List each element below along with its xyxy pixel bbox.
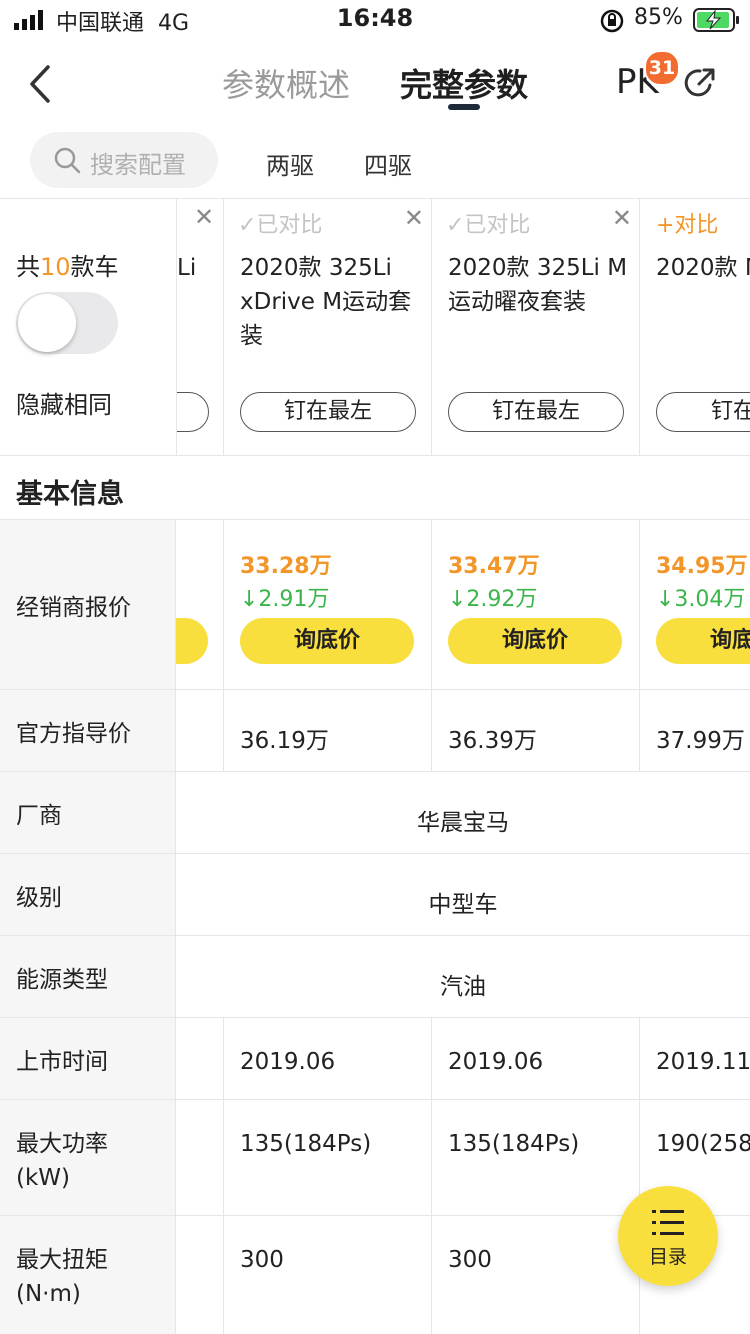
close-icon[interactable]: ✕ (404, 204, 424, 232)
ask-price-button[interactable]: 询底价 (448, 618, 622, 664)
car-column-3: +对比 2020款 M运动曜 钉在最 (639, 199, 750, 455)
active-tab-indicator (448, 104, 480, 110)
row-label-class: 级别 (16, 885, 62, 911)
car-count: 共10款车 (16, 253, 119, 281)
divider (223, 520, 224, 772)
share-icon[interactable] (684, 66, 718, 100)
torque-value: 300 (448, 1247, 492, 1273)
catalog-button[interactable]: 目录 (618, 1186, 718, 1286)
battery-charging-icon (693, 8, 739, 32)
pk-count-badge: 31 (644, 50, 680, 86)
tab-overview[interactable]: 参数概述 (222, 60, 350, 106)
msrp-value: 37.99万 (656, 728, 745, 754)
search-icon (54, 147, 81, 174)
pin-left-button[interactable] (177, 392, 209, 432)
compared-label: ✓已对比 (446, 213, 531, 238)
nav-bar: 参数概述 完整参数 PK 31 (0, 40, 750, 128)
ask-price-button[interactable] (176, 618, 208, 664)
section-title: 基本信息 (16, 479, 124, 510)
filter-2wd[interactable]: 两驱 (266, 146, 314, 181)
battery-percent: 85% (634, 5, 683, 30)
divider (431, 1018, 432, 1334)
launch-value: 2019.06 (448, 1049, 544, 1075)
dealer-price: 33.28万 (240, 554, 332, 579)
divider (0, 771, 750, 772)
power-value: 190(258 (656, 1131, 750, 1157)
price-drop: ↓3.04万 (656, 587, 746, 612)
row-label-power-unit: (kW) (16, 1165, 71, 1191)
torque-value: 300 (240, 1247, 284, 1273)
compare-summary: 共10款车 隐藏相同 (0, 199, 176, 455)
ask-price-button[interactable]: 询底价 (656, 618, 750, 664)
dealer-price: 34.95万 (656, 554, 748, 579)
ask-price-button[interactable]: 询底价 (240, 618, 414, 664)
launch-value: 2019.11 (656, 1049, 750, 1075)
maker-value: 华晨宝马 (417, 810, 509, 836)
search-placeholder: 搜索配置 (90, 151, 186, 179)
compared-label: ✓已对比 (238, 213, 323, 238)
dealer-price: 33.47万 (448, 554, 540, 579)
pin-left-button[interactable]: 钉在最左 (448, 392, 624, 432)
pin-left-button[interactable]: 钉在最左 (240, 392, 416, 432)
back-arrow-icon[interactable] (26, 64, 54, 104)
tab-full-params[interactable]: 完整参数 (400, 60, 528, 106)
power-value: 135(184Ps) (448, 1131, 580, 1157)
catalog-label: 目录 (648, 1246, 687, 1268)
close-icon[interactable]: ✕ (612, 204, 632, 232)
car-name: Li (177, 255, 197, 281)
car-column-1: ✓已对比 ✕ 2020款 325Li xDrive M运动套装 钉在最左 (223, 199, 432, 455)
divider (0, 1099, 750, 1100)
close-icon[interactable]: ✕ (194, 203, 214, 231)
divider (0, 689, 750, 690)
filter-4wd[interactable]: 四驱 (364, 146, 412, 181)
class-value: 中型车 (428, 892, 498, 918)
divider (0, 1017, 750, 1018)
divider (0, 853, 750, 854)
hide-same-toggle[interactable] (16, 292, 118, 354)
divider (639, 1018, 640, 1334)
car-column-2: ✓已对比 ✕ 2020款 325Li M运动曜夜套装 钉在最左 (431, 199, 640, 455)
msrp-value: 36.19万 (240, 728, 329, 754)
status-bar: 中国联通 4G 16:48 85% (0, 0, 750, 40)
pin-left-button[interactable]: 钉在最 (656, 392, 750, 432)
row-label-dealer-price: 经销商报价 (16, 595, 131, 621)
rotation-lock-icon (600, 9, 624, 33)
power-value: 135(184Ps) (240, 1131, 372, 1157)
row-label-energy: 能源类型 (16, 967, 108, 993)
divider (639, 520, 640, 772)
add-compare-button[interactable]: +对比 (656, 207, 718, 239)
label-column (0, 520, 176, 1334)
energy-value: 汽油 (440, 974, 486, 1000)
row-label-msrp: 官方指导价 (16, 721, 131, 747)
row-label-launch: 上市时间 (16, 1049, 108, 1075)
search-input[interactable]: 搜索配置 (30, 132, 218, 188)
row-label-power: 最大功率 (16, 1131, 108, 1157)
hide-same-label: 隐藏相同 (16, 391, 112, 419)
price-drop: ↓2.92万 (448, 587, 538, 612)
divider (223, 1018, 224, 1334)
divider (0, 455, 750, 456)
car-name: 2020款 M运动曜 (656, 255, 750, 281)
row-label-torque-unit: (N·m) (16, 1281, 81, 1307)
car-column-0: Li (176, 199, 224, 455)
msrp-value: 36.39万 (448, 728, 537, 754)
car-name: 2020款 325Li M运动曜夜套装 (448, 255, 628, 315)
row-label-maker: 厂商 (16, 803, 62, 829)
list-icon (652, 1210, 684, 1235)
row-label-torque: 最大扭矩 (16, 1247, 108, 1273)
price-drop: ↓2.91万 (240, 587, 330, 612)
divider (431, 520, 432, 772)
divider (0, 935, 750, 936)
car-name: 2020款 325Li xDrive M运动套装 (240, 255, 412, 349)
launch-value: 2019.06 (240, 1049, 336, 1075)
